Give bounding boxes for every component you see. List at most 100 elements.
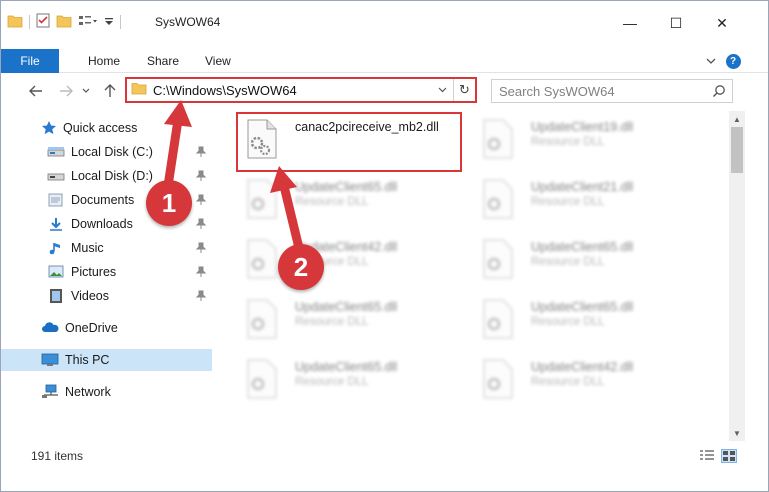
toolbar-divider xyxy=(29,15,30,29)
help-button[interactable]: ? xyxy=(725,53,741,69)
tab-home[interactable]: Home xyxy=(88,49,120,73)
pin-icon xyxy=(195,290,207,302)
details-view-icon[interactable] xyxy=(699,449,715,463)
title-bar: SysWOW64 — ☐ ✕ xyxy=(1,1,768,39)
back-button[interactable] xyxy=(25,81,47,101)
item-count: 191 items xyxy=(31,449,84,463)
quick-access-toolbar xyxy=(7,13,121,31)
folder-icon xyxy=(7,14,23,31)
list-item[interactable]: UpdateClient65.dll Resource DLL xyxy=(237,351,467,405)
sidebar-item-label: Network xyxy=(65,385,111,399)
file-type: Resource DLL xyxy=(531,376,605,388)
sidebar-item-local-disk-c[interactable]: Local Disk (C:) xyxy=(47,141,212,163)
file-name: UpdateClient19.dll xyxy=(531,120,634,134)
arrow-left-icon xyxy=(29,85,42,97)
file-type: Resource DLL xyxy=(531,196,605,208)
dll-file-icon xyxy=(483,119,513,159)
list-item[interactable]: UpdateClient42.dll Resource DLL xyxy=(237,231,467,285)
folder-icon xyxy=(131,82,147,98)
drive-icon xyxy=(47,147,65,157)
pictures-icon xyxy=(48,265,64,278)
view-options-icon[interactable] xyxy=(78,14,98,31)
large-icons-view-icon[interactable] xyxy=(721,449,737,463)
close-button[interactable]: ✕ xyxy=(699,13,745,33)
file-type: Resource DLL xyxy=(531,316,605,328)
recent-locations-button[interactable] xyxy=(79,81,93,101)
file-highlight-box xyxy=(236,112,462,172)
help-icon: ? xyxy=(725,53,741,69)
customize-toolbar-icon[interactable] xyxy=(104,14,114,31)
step-callout-2: 2 xyxy=(278,244,324,290)
download-icon xyxy=(50,218,62,231)
tab-view[interactable]: View xyxy=(205,49,231,73)
list-item[interactable]: UpdateClient65.dll Resource DLL xyxy=(237,291,467,345)
file-type: Resource DLL xyxy=(295,316,369,328)
toolbar-divider xyxy=(120,15,121,29)
refresh-button[interactable]: ↻ xyxy=(453,79,475,101)
sidebar-item-local-disk-d[interactable]: Local Disk (D:) xyxy=(47,165,212,187)
drive-icon xyxy=(47,173,65,181)
window-title: SysWOW64 xyxy=(155,15,221,29)
documents-icon xyxy=(48,193,63,207)
sidebar-item-music[interactable]: Music xyxy=(47,237,212,259)
arrow-right-icon xyxy=(60,85,73,97)
search-input[interactable]: Search SysWOW64 xyxy=(491,79,733,103)
new-folder-icon[interactable] xyxy=(56,14,72,31)
file-type: Resource DLL xyxy=(295,196,369,208)
pin-icon xyxy=(195,266,207,278)
sidebar-item-label: Videos xyxy=(71,289,109,303)
scroll-down-icon[interactable]: ▼ xyxy=(729,425,745,441)
dll-file-icon xyxy=(483,299,513,339)
sidebar-item-label: Local Disk (D:) xyxy=(71,169,153,183)
sidebar-item-label: Quick access xyxy=(63,121,138,135)
pin-icon xyxy=(195,194,207,206)
scroll-up-icon[interactable]: ▲ xyxy=(729,111,745,127)
sidebar-item-network[interactable]: Network xyxy=(41,381,211,403)
tab-file[interactable]: File xyxy=(1,49,59,73)
file-name: UpdateClient21.dll xyxy=(531,180,634,194)
minimize-button[interactable]: — xyxy=(607,13,653,33)
vertical-scrollbar[interactable]: ▲ ▼ xyxy=(729,111,745,441)
sidebar-item-quick-access[interactable]: Quick access xyxy=(41,117,211,139)
list-item[interactable]: UpdateClient42.dll Resource DLL xyxy=(473,351,703,405)
dll-file-icon xyxy=(247,299,277,339)
list-item[interactable]: UpdateClient65.dll Resource DLL xyxy=(237,171,467,225)
forward-button[interactable] xyxy=(55,81,77,101)
chevron-down-icon[interactable] xyxy=(705,53,717,69)
up-button[interactable] xyxy=(99,81,121,101)
list-item[interactable]: UpdateClient65.dll Resource DLL xyxy=(473,231,703,285)
arrow-up-icon xyxy=(104,84,116,97)
sidebar-item-label: OneDrive xyxy=(65,321,118,335)
cloud-icon xyxy=(42,322,59,332)
chevron-down-icon xyxy=(438,87,446,93)
file-type: Resource DLL xyxy=(531,256,605,268)
network-icon xyxy=(42,384,58,398)
chevron-down-icon xyxy=(82,88,90,93)
sidebar-item-this-pc[interactable]: This PC xyxy=(1,349,212,371)
pin-icon xyxy=(195,242,207,254)
list-item[interactable]: UpdateClient21.dll Resource DLL xyxy=(473,171,703,225)
refresh-icon: ↻ xyxy=(459,82,470,97)
sidebar-item-videos[interactable]: Videos xyxy=(47,285,212,307)
address-path[interactable]: C:\Windows\SysWOW64 xyxy=(153,83,297,98)
dll-file-icon xyxy=(247,179,277,219)
videos-icon xyxy=(50,289,62,303)
list-item[interactable]: UpdateClient65.dll Resource DLL xyxy=(473,291,703,345)
tab-share[interactable]: Share xyxy=(147,49,179,73)
file-name: UpdateClient65.dll xyxy=(295,300,398,314)
sidebar-item-onedrive[interactable]: OneDrive xyxy=(41,317,211,339)
address-bar[interactable]: C:\Windows\SysWOW64 ↻ xyxy=(125,77,477,103)
sidebar-item-label: Local Disk (C:) xyxy=(71,145,153,159)
list-item[interactable]: UpdateClient19.dll Resource DLL xyxy=(473,111,703,165)
ribbon-tabs: File Home Share View ? xyxy=(1,49,768,73)
maximize-button[interactable]: ☐ xyxy=(653,13,699,33)
sidebar-item-pictures[interactable]: Pictures xyxy=(47,261,212,283)
address-dropdown-button[interactable] xyxy=(435,82,449,98)
properties-icon[interactable] xyxy=(36,13,50,31)
scroll-thumb[interactable] xyxy=(731,127,743,173)
search-icon[interactable] xyxy=(712,84,726,98)
dll-file-icon xyxy=(483,359,513,399)
sidebar-item-label: This PC xyxy=(65,353,110,367)
file-name: UpdateClient65.dll xyxy=(531,240,634,254)
status-bar: 191 items xyxy=(1,445,768,467)
